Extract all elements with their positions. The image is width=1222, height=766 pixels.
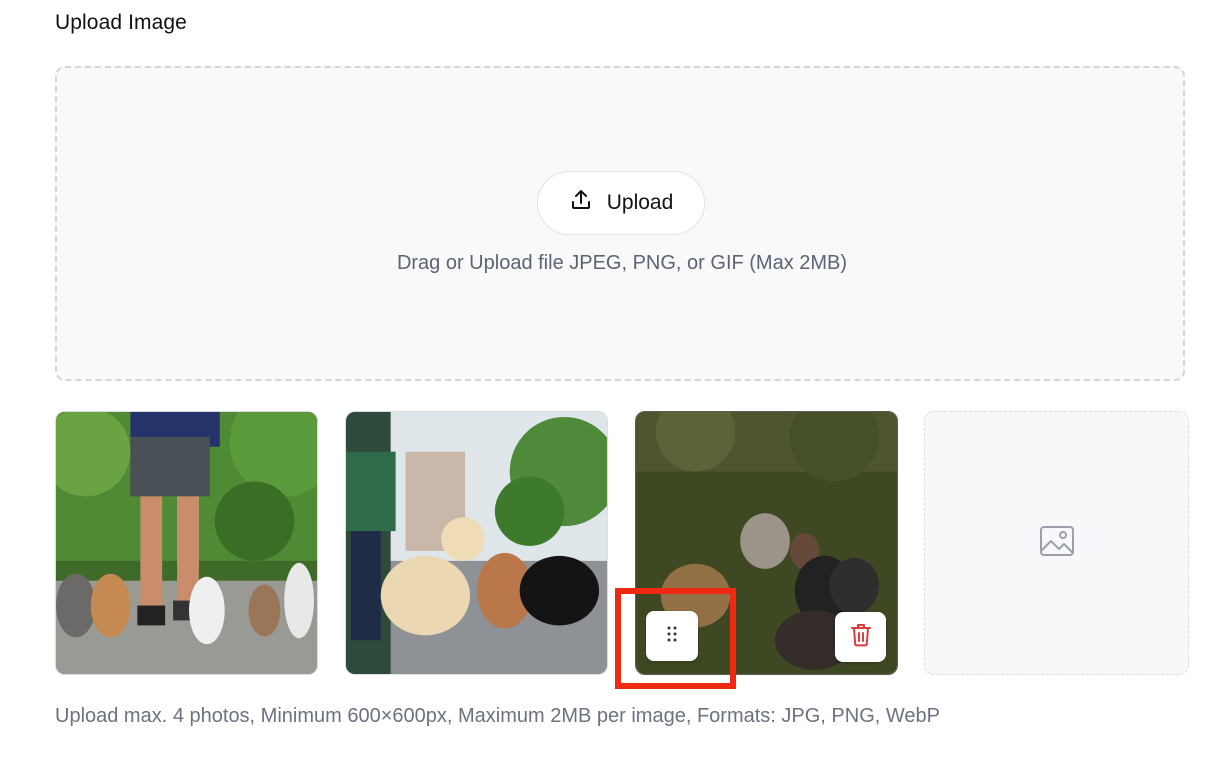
delete-photo-button[interactable] (835, 612, 886, 662)
photo-woman-walking-dogs (346, 412, 607, 674)
photo-dog-walker-many-dogs (56, 412, 317, 674)
section-title: Upload Image (55, 11, 187, 34)
upload-requirements-text: Upload max. 4 photos, Minimum 600×600px,… (55, 705, 940, 727)
uploaded-photo-1[interactable] (55, 411, 318, 675)
upload-button[interactable]: Upload (537, 171, 705, 235)
trash-icon (850, 623, 872, 652)
upload-button-label: Upload (606, 191, 674, 214)
uploaded-photo-2[interactable] (345, 411, 608, 675)
drag-handle-button[interactable] (646, 611, 698, 661)
upload-icon (569, 188, 593, 218)
upload-hint: Drag or Upload file JPEG, PNG, or GIF (M… (396, 252, 848, 274)
drag-handle-icon (665, 625, 679, 648)
image-placeholder-icon (1039, 525, 1075, 562)
empty-photo-slot[interactable] (924, 411, 1189, 675)
